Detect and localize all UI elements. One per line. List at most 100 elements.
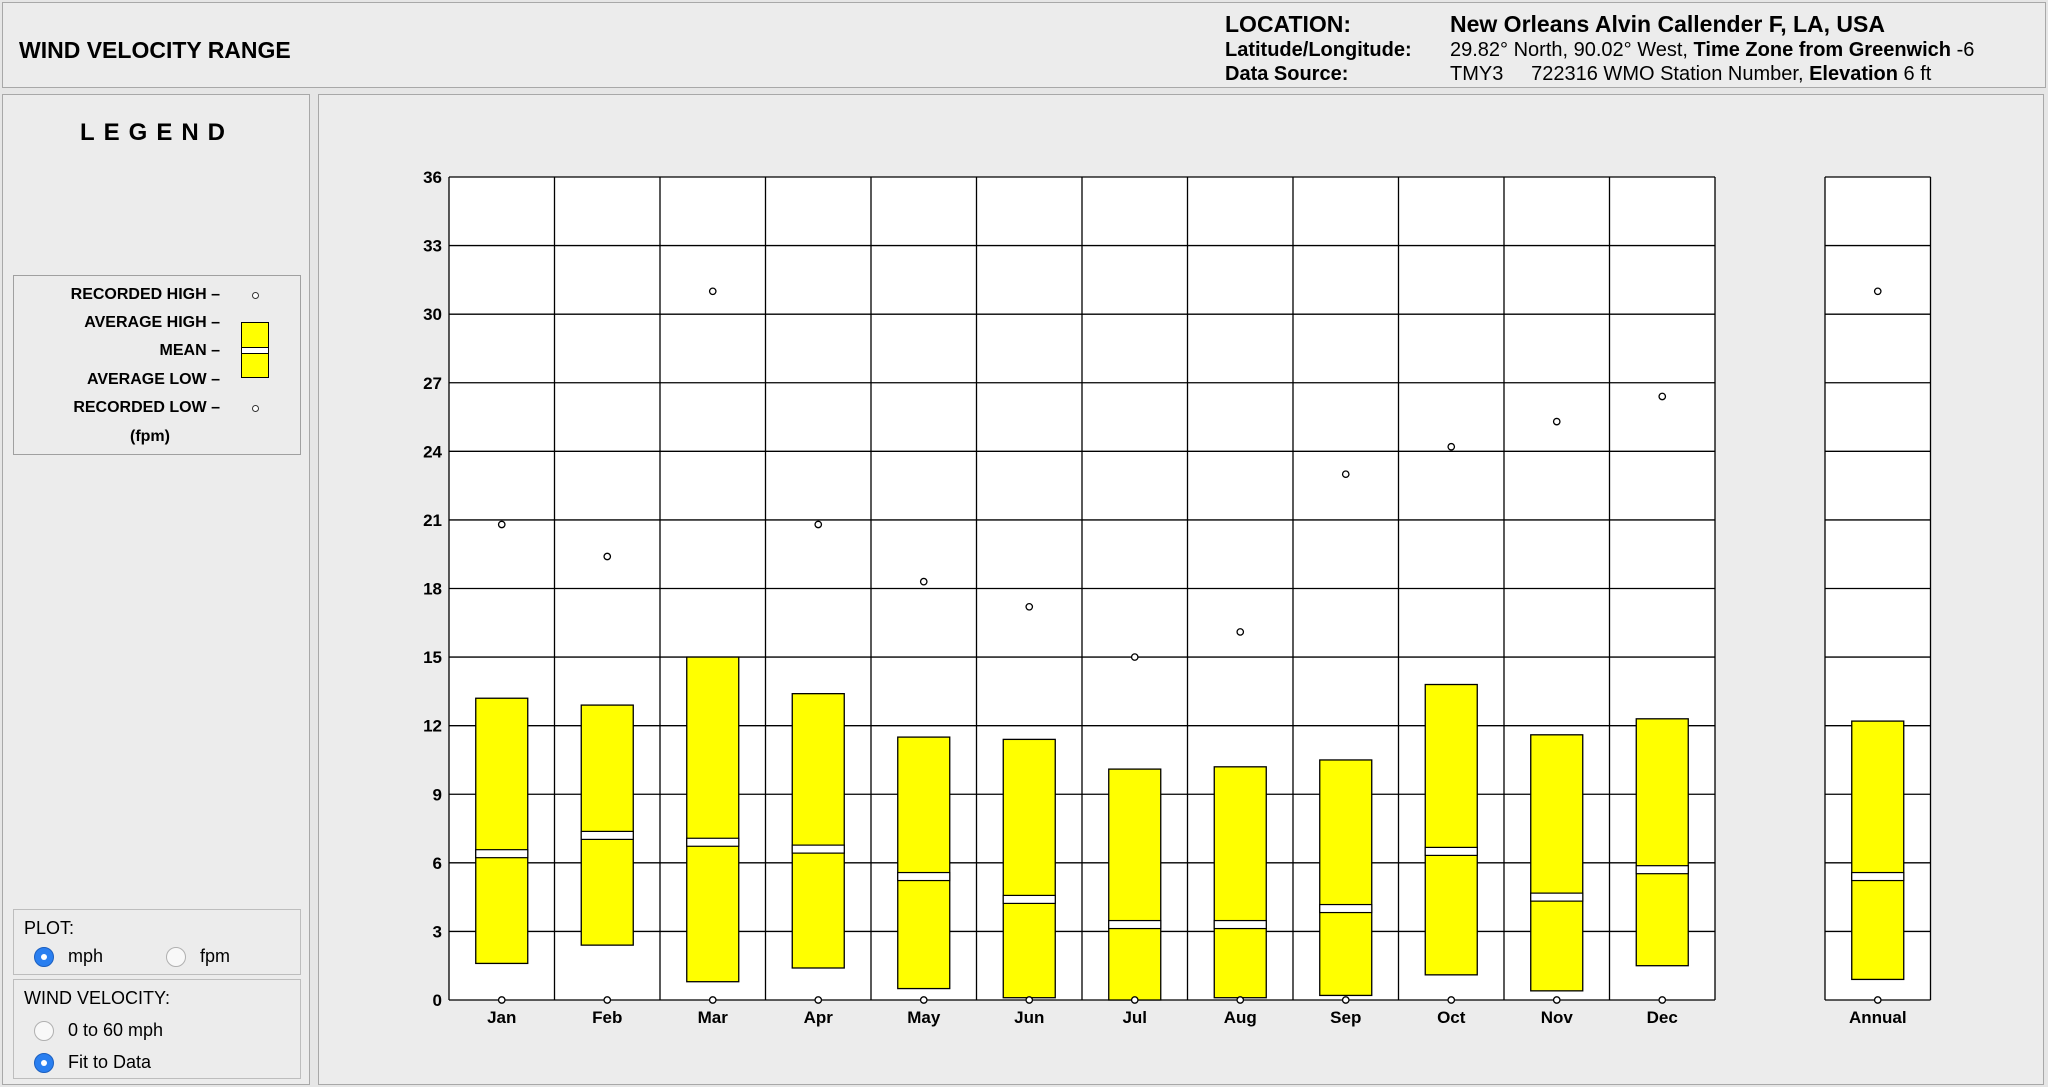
mean-line-jul xyxy=(1108,919,1162,930)
recorded-low-point-may xyxy=(919,996,928,1004)
radio-selected-icon[interactable] xyxy=(34,1052,54,1073)
radio-unselected-icon[interactable] xyxy=(34,1020,54,1041)
timezone-value: -6 xyxy=(1956,39,1975,61)
recorded-high-point-jan xyxy=(497,520,506,529)
mean-line-aug xyxy=(1213,919,1267,930)
y-tick-label: 6 xyxy=(433,854,442,873)
y-tick-label: 12 xyxy=(423,717,442,736)
x-tick-label: Feb xyxy=(592,1008,622,1027)
recorded-low-point-jun xyxy=(1025,996,1034,1004)
station-value: 722316 WMO Station Number, xyxy=(1531,63,1804,85)
mean-line-sep xyxy=(1319,903,1373,914)
recorded-low-point-mar xyxy=(708,996,717,1004)
mean-line-apr xyxy=(791,844,845,854)
recorded-low-point-dec xyxy=(1658,996,1667,1004)
y-tick-label: 18 xyxy=(423,580,442,599)
source-line: TMY3 722316 WMO Station Number, Elevatio… xyxy=(1450,63,1931,86)
recorded-high-point-oct xyxy=(1447,442,1456,451)
x-tick-label: Apr xyxy=(804,1008,834,1027)
sidebar-panel: LEGEND RECORDED HIGH – AVERAGE HIGH – ME… xyxy=(2,94,310,1085)
legend-units: (fpm) xyxy=(130,428,170,445)
range-fit-label: Fit to Data xyxy=(68,1052,152,1072)
box-jun xyxy=(1002,738,1056,999)
recorded-high-point-feb xyxy=(603,552,612,561)
latlon-label: Latitude/Longitude: xyxy=(1225,39,1412,61)
y-tick-label: 30 xyxy=(423,305,442,324)
legend-box: RECORDED HIGH – AVERAGE HIGH – MEAN – AV… xyxy=(13,275,301,455)
recorded-low-point-sep xyxy=(1341,996,1350,1004)
legend-recorded-low-label: RECORDED LOW – xyxy=(73,399,220,416)
x-tick-label: Oct xyxy=(1437,1008,1466,1027)
timezone-label: Time Zone from Greenwich xyxy=(1693,39,1952,61)
x-tick-label: Jan xyxy=(487,1008,516,1027)
mean-line-feb xyxy=(580,830,634,841)
plot-title: PLOT: xyxy=(24,918,75,938)
mean-line-jan xyxy=(475,849,529,859)
recorded-high-point-aug xyxy=(1236,628,1245,636)
box-oct xyxy=(1424,683,1478,976)
x-tick-label: Jul xyxy=(1122,1008,1147,1027)
radio-unselected-icon[interactable] xyxy=(166,946,186,967)
recorded-low-marker-icon xyxy=(252,405,259,412)
range-fixed-option[interactable]: 0 to 60 mph xyxy=(34,1020,163,1041)
chart-panel: 0 3 6 9 12 15 18 21 24 27 30 33 36 Jan Feb Mar Apr May Jun… xyxy=(318,94,2044,1085)
y-tick-label: 36 xyxy=(423,168,442,187)
mean-line-jun xyxy=(1002,894,1056,905)
x-tick-label: Nov xyxy=(1541,1008,1574,1027)
plot-mph-label: mph xyxy=(68,946,104,966)
y-tick-label: 21 xyxy=(423,511,442,530)
elevation-label: Elevation xyxy=(1809,63,1898,85)
box-dec xyxy=(1635,718,1689,967)
box-apr xyxy=(791,693,845,969)
recorded-high-point-mar xyxy=(708,287,717,296)
plot-fpm-option[interactable]: fpm xyxy=(166,946,230,967)
source-value: TMY3 xyxy=(1450,63,1504,85)
header-panel: WIND VELOCITY RANGE LOCATION: New Orlean… xyxy=(2,2,2046,88)
range-fixed-label: 0 to 60 mph xyxy=(68,1020,164,1040)
recorded-high-point-dec xyxy=(1658,392,1667,401)
range-fit-option[interactable]: Fit to Data xyxy=(34,1052,151,1073)
recorded-low-point-nov xyxy=(1552,996,1561,1004)
x-tick-label: Jun xyxy=(1014,1008,1044,1027)
box-annual xyxy=(1851,720,1905,981)
y-tick-label: 0 xyxy=(433,991,442,1010)
y-tick-label: 33 xyxy=(423,237,442,256)
recorded-low-point-jul xyxy=(1130,996,1139,1004)
recorded-high-point-jul xyxy=(1130,653,1139,661)
box-aug xyxy=(1213,766,1267,999)
plot-mph-option[interactable]: mph xyxy=(34,946,103,967)
recorded-low-point-feb xyxy=(603,996,612,1004)
mean-line-oct xyxy=(1424,846,1478,857)
recorded-high-point-nov xyxy=(1552,417,1561,426)
legend-title: LEGEND xyxy=(79,119,234,146)
x-tick-label: Annual xyxy=(1849,1008,1907,1027)
recorded-high-point-may xyxy=(919,577,928,586)
recorded-low-point-apr xyxy=(814,996,823,1004)
box-nov xyxy=(1530,734,1584,992)
legend-average-low-label: AVERAGE LOW – xyxy=(86,371,220,388)
elevation-value: 6 ft xyxy=(1903,63,1932,85)
box-may xyxy=(897,736,951,990)
legend-mean-line xyxy=(242,347,268,354)
y-tick-label: 24 xyxy=(423,442,442,461)
wind-velocity-chart: 0369121518212427303336Jan Feb Mar Apr May Jun… xyxy=(423,168,1932,1027)
mean-line-may xyxy=(897,871,951,882)
recorded-high-marker-icon xyxy=(252,292,259,299)
wind-velocity-range-group: WIND VELOCITY: 0 to 60 mph Fit to Data xyxy=(13,979,301,1079)
recorded-low-point-oct xyxy=(1447,996,1456,1004)
recorded-low-point-annual xyxy=(1873,996,1882,1004)
latlon-value: 29.82° North, 90.02° West, xyxy=(1450,39,1688,61)
app-title: WIND VELOCITY RANGE xyxy=(19,37,291,63)
recorded-high-point-apr xyxy=(814,520,823,529)
mean-line-nov xyxy=(1530,892,1584,902)
recorded-high-point-annual xyxy=(1873,287,1882,296)
radio-selected-icon[interactable] xyxy=(34,946,54,967)
source-label: Data Source: xyxy=(1225,63,1349,85)
y-tick-label: 15 xyxy=(423,648,442,667)
legend-mean-label: MEAN – xyxy=(159,342,220,359)
location-label: LOCATION: xyxy=(1225,11,1352,37)
wind-velocity-title: WIND VELOCITY: xyxy=(24,988,171,1008)
box-feb xyxy=(580,704,634,946)
x-tick-label: Dec xyxy=(1647,1008,1678,1027)
y-tick-label: 3 xyxy=(433,922,442,941)
